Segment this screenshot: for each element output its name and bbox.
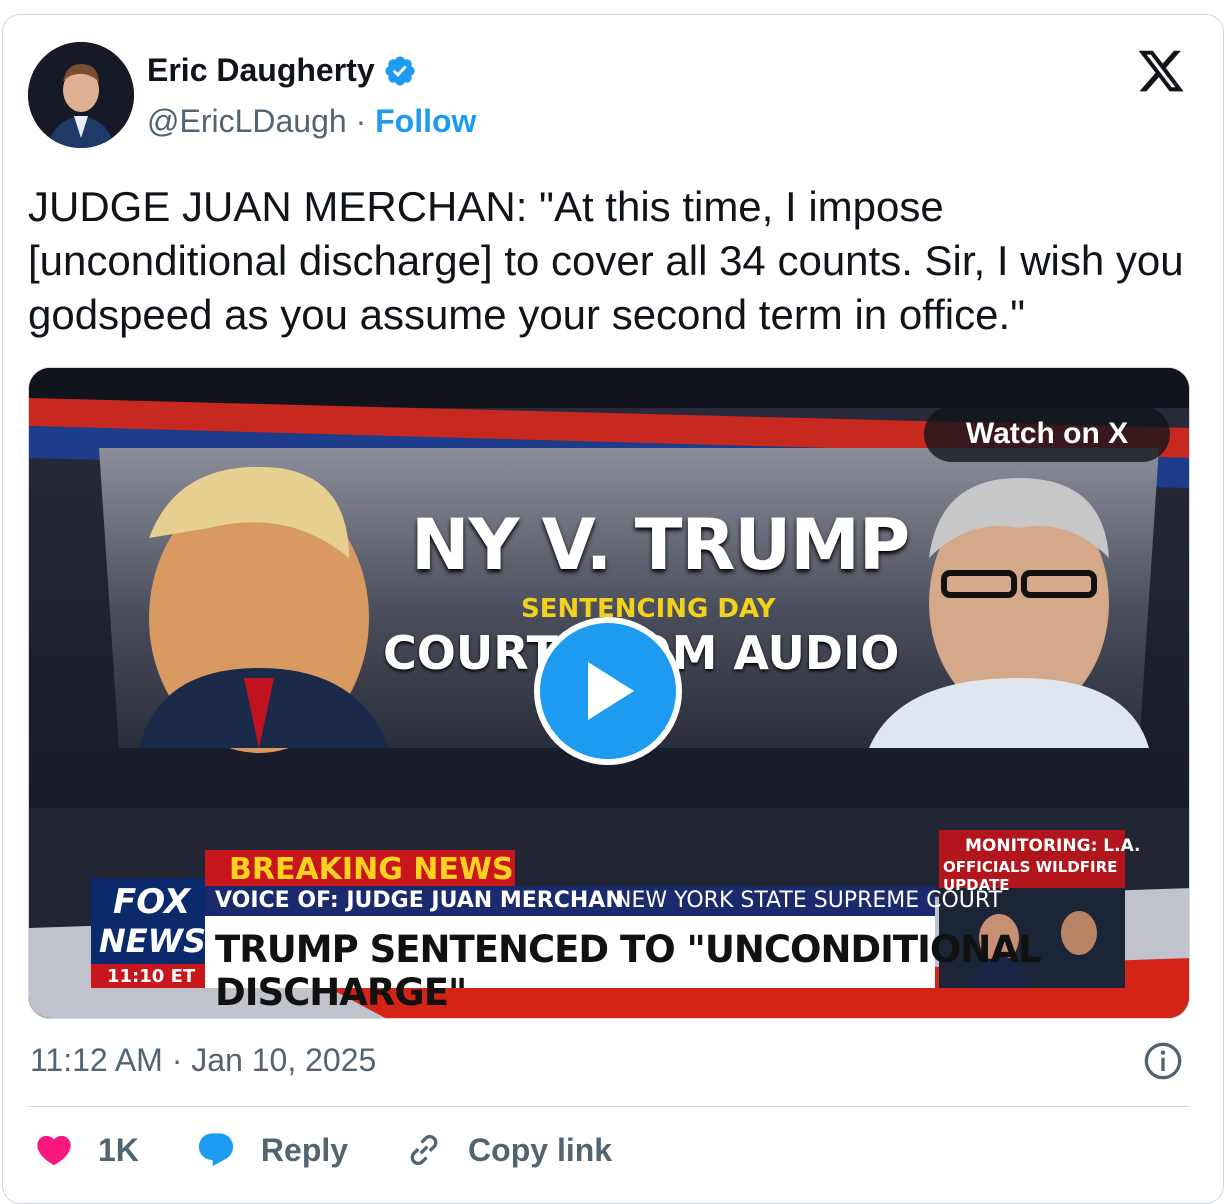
author-name-row: Eric Daugherty xyxy=(147,52,417,89)
video-subtitle: SENTENCING DAY xyxy=(521,594,776,624)
heart-icon xyxy=(37,1135,71,1166)
reply-icon xyxy=(198,1133,233,1167)
network-logo-line2: NEWS xyxy=(99,922,206,960)
follow-button[interactable]: Follow xyxy=(375,103,476,139)
reply-label: Reply xyxy=(260,1131,349,1168)
tweet-text: JUDGE JUAN MERCHAN: "At this time, I imp… xyxy=(28,183,1196,338)
play-button[interactable] xyxy=(534,617,682,765)
author-name[interactable]: Eric Daugherty xyxy=(147,52,375,89)
link-icon xyxy=(410,1135,438,1165)
author-handle[interactable]: @EricLDaugh xyxy=(147,103,347,139)
network-logo-line1: FOX xyxy=(113,882,191,922)
tweet-timestamp[interactable]: 11:12 AM · Jan 10, 2025 xyxy=(30,1042,376,1079)
like-button[interactable]: 1K xyxy=(34,1130,139,1170)
info-icon[interactable] xyxy=(1143,1041,1183,1081)
action-bar: 1K Reply Copy link xyxy=(34,1130,668,1170)
voice-of-label: VOICE OF: JUDGE JUAN MERCHAN xyxy=(215,888,624,913)
like-count: 1K xyxy=(98,1131,139,1168)
reply-button[interactable]: Reply xyxy=(195,1130,348,1170)
play-icon xyxy=(588,662,634,720)
video-title: NY V. TRUMP xyxy=(411,504,910,586)
copy-link-button[interactable]: Copy link xyxy=(404,1130,612,1170)
headline: TRUMP SENTENCED TO "UNCONDITIONAL DISCHA… xyxy=(215,928,1042,1014)
verified-badge-icon xyxy=(385,55,415,86)
monitoring-line2: OFFICIALS WILDFIRE UPDATE xyxy=(943,858,1118,894)
time-bug: 11:10 ET xyxy=(107,966,196,987)
breaking-news-label: BREAKING NEWS xyxy=(229,852,514,887)
copy-link-label: Copy link xyxy=(468,1131,613,1168)
divider xyxy=(28,1106,1190,1107)
watch-on-x-button[interactable]: Watch on X xyxy=(924,406,1170,462)
avatar[interactable] xyxy=(28,42,134,148)
separator: · xyxy=(355,103,367,139)
x-logo-icon[interactable] xyxy=(1134,46,1188,96)
monitoring-line1: MONITORING: L.A. xyxy=(965,836,1141,856)
author-handle-row: @EricLDaugh · Follow xyxy=(147,103,476,140)
